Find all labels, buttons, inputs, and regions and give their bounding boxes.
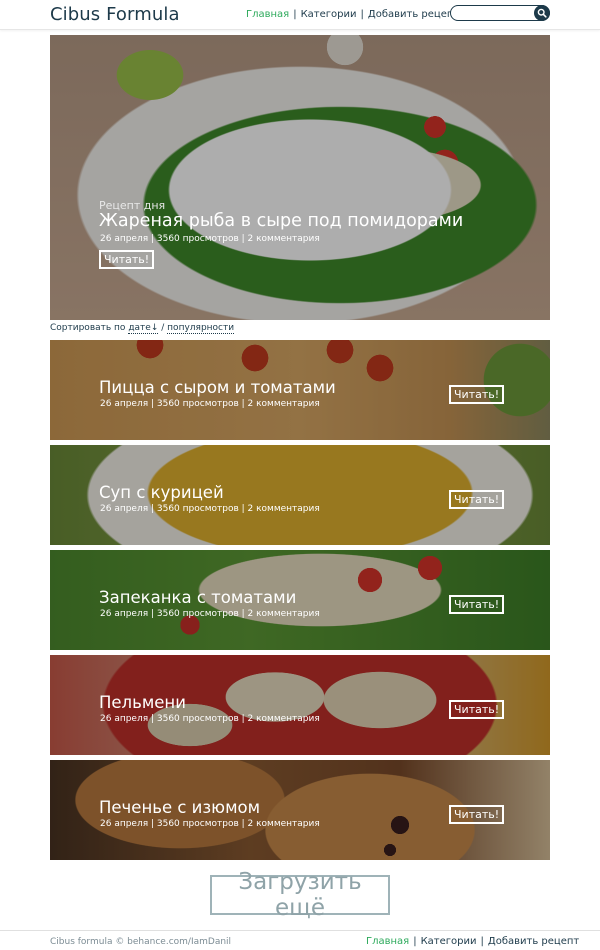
recipe-card[interactable]: Печенье с изюмом 26 апреля | 3560 просмо… [50,760,550,860]
search-button[interactable] [534,5,550,21]
load-more-button[interactable]: Загрузить ещё [210,869,390,921]
nav-separator: | [293,9,297,20]
read-button[interactable]: Читать! [449,595,505,614]
read-button[interactable]: Читать! [449,385,505,404]
recipe-meta: 26 апреля | 3560 просмотров | 2 коммента… [100,504,320,514]
recipe-meta: 26 апреля | 3560 просмотров | 2 коммента… [100,609,320,619]
recipe-card[interactable]: Суп с курицей 26 апреля | 3560 просмотро… [50,445,550,545]
search-box [450,5,550,21]
recipe-card[interactable]: Запеканка с томатами 26 апреля | 3560 пр… [50,550,550,650]
recipe-meta: 26 апреля | 3560 просмотров | 2 коммента… [100,819,320,829]
recipe-title[interactable]: Печенье с изюмом [99,798,260,817]
main-nav: Главная | Категории | Добавить рецепт [246,9,459,20]
header: Cibus Formula Главная | Категории | Добавить… [0,0,600,30]
recipe-card[interactable]: Пельмени 26 апреля | 3560 просмотров | 2… [50,655,550,755]
sort-by-popularity-link[interactable]: популярности [167,323,235,334]
nav-item-categories[interactable]: Категории [301,9,357,20]
recipe-card[interactable]: Пицца с сыром и томатами 26 апреля | 356… [50,340,550,440]
footer-nav-item-categories[interactable]: Категории [421,936,477,947]
footer-nav-separator: | [480,936,484,947]
hero-title[interactable]: Жареная рыба в сыре под помидорами [99,211,463,231]
sort-prefix: Сортировать по [50,323,126,333]
hero-photo-overlay [50,35,550,320]
recipe-title[interactable]: Запеканка с томатами [99,588,296,607]
sort-separator: / [161,323,165,333]
footer-nav-item-add-recipe[interactable]: Добавить рецепт [488,936,579,947]
recipe-meta: 26 апреля | 3560 просмотров | 2 коммента… [100,714,320,724]
hero-recipe[interactable]: Рецепт дня Жареная рыба в сыре под помид… [50,35,550,320]
search-icon [537,8,547,18]
search-input[interactable] [457,7,533,19]
nav-separator: | [360,9,364,20]
recipe-title[interactable]: Пельмени [99,693,186,712]
read-button[interactable]: Читать! [449,805,505,824]
nav-item-home[interactable]: Главная [246,9,289,20]
footer-nav: Главная | Категории | Добавить рецепт [366,936,579,947]
footer-nav-item-home[interactable]: Главная [366,936,409,947]
hero-read-button[interactable]: Читать! [99,250,155,269]
hero-meta: 26 апреля | 3560 просмотров | 2 коммента… [100,234,320,244]
read-button[interactable]: Читать! [449,700,505,719]
footer-nav-separator: | [413,936,417,947]
sort-bar: Сортировать по дате↓ / популярности [50,323,235,334]
read-button[interactable]: Читать! [449,490,505,509]
nav-item-add-recipe[interactable]: Добавить рецепт [368,9,459,20]
footer: Cibus formula © behance.com/IamDanil Гла… [0,930,600,950]
recipe-meta: 26 апреля | 3560 просмотров | 2 коммента… [100,399,320,409]
site-logo[interactable]: Cibus Formula [50,4,180,25]
sort-by-date-link[interactable]: дате↓ [128,323,159,334]
recipe-title[interactable]: Пицца с сыром и томатами [99,378,336,397]
recipe-title[interactable]: Суп с курицей [99,483,224,502]
copyright-text: Cibus formula © behance.com/IamDanil [50,937,232,947]
